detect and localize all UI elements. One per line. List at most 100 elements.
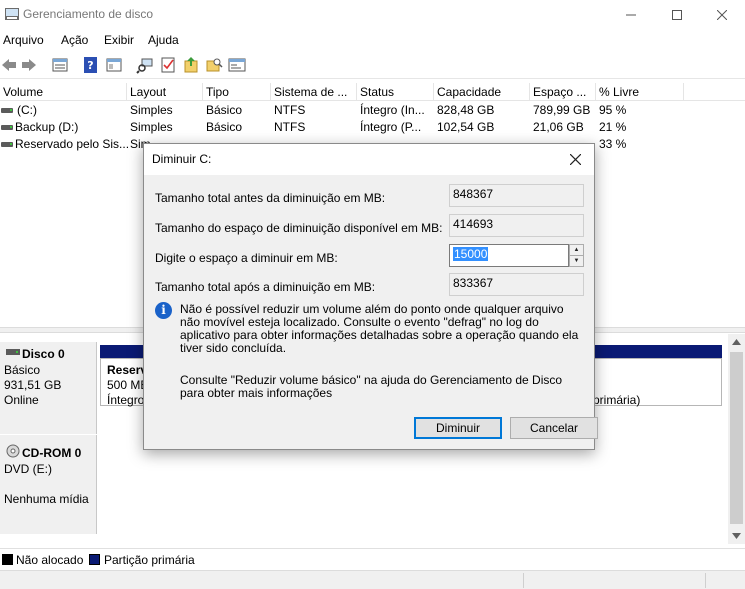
dialog-title-bar: Diminuir C: — [144, 144, 594, 175]
disk-management-icon — [5, 8, 19, 20]
volume-capacity: 828,48 GB — [437, 103, 495, 117]
legend: Não alocado Partição primária — [0, 548, 745, 569]
volume-filesystem: NTFS — [274, 103, 306, 117]
export-icon[interactable] — [182, 56, 200, 74]
maximize-icon — [672, 10, 682, 20]
disk-management-window: Gerenciamento de disco Arquivo Ação Exib… — [0, 0, 745, 589]
disk-icon — [6, 349, 20, 355]
volume-row[interactable]: (C:) Simples Básico NTFS Íntegro (In... … — [0, 102, 745, 119]
close-icon — [717, 10, 727, 20]
volume-free-percent: 95 % — [599, 103, 627, 117]
total-before-label: Tamanho total antes da diminuição em MB: — [155, 191, 386, 205]
amount-label: Digite o espaço a diminuir em MB: — [155, 251, 338, 265]
disk-0-label[interactable]: Disco 0 Básico 931,51 GB Online — [0, 342, 97, 434]
help-text: Consulte "Reduzir volume básico" na ajud… — [180, 373, 563, 400]
available-label: Tamanho do espaço de diminuição disponív… — [155, 221, 443, 235]
legend-swatch-primary — [89, 554, 100, 565]
minimize-button[interactable] — [608, 0, 654, 30]
disk-0-type: Básico — [4, 363, 41, 377]
partition-status-right: primária) — [593, 393, 641, 407]
volume-name: (C:) — [17, 103, 37, 117]
vertical-scrollbar[interactable] — [728, 334, 745, 544]
checklist-icon[interactable] — [159, 56, 177, 74]
menu-ajuda[interactable]: Ajuda — [148, 33, 179, 47]
spin-down-button[interactable]: ▼ — [569, 255, 584, 267]
total-before-field: 848367 — [449, 184, 584, 207]
forward-icon[interactable] — [20, 56, 38, 74]
menu-arquivo[interactable]: Arquivo — [3, 33, 44, 47]
back-icon[interactable] — [0, 56, 18, 74]
volume-name: Reservado pelo Sis... — [15, 137, 128, 151]
volume-status: Íntegro (In... — [360, 103, 425, 117]
volume-row[interactable]: Backup (D:) Simples Básico NTFS Íntegro … — [0, 119, 745, 136]
disk-0-size: 931,51 GB — [4, 378, 62, 392]
volume-layout: Simples — [130, 120, 173, 134]
toolbar: ? — [0, 52, 745, 79]
menu-exibir[interactable]: Exibir — [104, 33, 134, 47]
console-icon[interactable] — [228, 56, 246, 74]
volume-filesystem: NTFS — [274, 120, 306, 134]
rescan-icon[interactable] — [136, 56, 154, 74]
column-livre[interactable]: % Livre — [596, 83, 684, 101]
disk-0-name: Disco 0 — [22, 347, 65, 361]
cdrom-0-label[interactable]: CD-ROM 0 DVD (E:) Nenhuma mídia — [0, 435, 97, 534]
volume-capacity: 102,54 GB — [437, 120, 495, 134]
dialog-title: Diminuir C: — [152, 152, 212, 166]
minimize-icon — [626, 14, 636, 16]
shrink-amount-value: 15000 — [453, 247, 489, 261]
scrollbar-thumb[interactable] — [730, 352, 743, 524]
cdrom-name: CD-ROM 0 — [22, 446, 82, 460]
title-bar: Gerenciamento de disco — [0, 0, 745, 30]
drive-icon — [1, 125, 13, 130]
column-volume[interactable]: Volume — [0, 83, 127, 101]
info-text: Não é possível reduzir um volume além do… — [180, 302, 579, 355]
help-icon[interactable]: ? — [82, 56, 100, 74]
cd-icon — [6, 444, 20, 458]
volume-type: Básico — [206, 103, 243, 117]
legend-label-primary: Partição primária — [104, 553, 195, 567]
column-espaco[interactable]: Espaço ... — [530, 83, 596, 101]
shrink-button[interactable]: Diminuir — [414, 417, 502, 439]
column-layout[interactable]: Layout — [127, 83, 203, 101]
legend-label-unallocated: Não alocado — [16, 553, 84, 567]
volume-name: Backup (D:) — [15, 120, 79, 134]
volume-free-percent: 21 % — [599, 120, 627, 134]
scroll-down-icon[interactable] — [732, 533, 741, 539]
search-folder-icon[interactable] — [205, 56, 223, 74]
svg-text:?: ? — [87, 59, 93, 72]
available-field: 414693 — [449, 214, 584, 237]
menu-bar: Arquivo Ação Exibir Ajuda — [0, 30, 745, 51]
close-icon — [569, 153, 581, 166]
legend-swatch-unallocated — [2, 554, 13, 565]
volume-status: Íntegro (P... — [360, 120, 422, 134]
shrink-dialog: Diminuir C: Tamanho total antes da dimin… — [143, 143, 598, 450]
scroll-up-icon[interactable] — [732, 339, 741, 345]
volume-list-header: Volume Layout Tipo Sistema de ... Status… — [0, 83, 745, 101]
status-separator — [705, 573, 706, 588]
volume-type: Básico — [206, 120, 243, 134]
window-title: Gerenciamento de disco — [23, 7, 154, 21]
column-status[interactable]: Status — [357, 83, 434, 101]
column-sistema[interactable]: Sistema de ... — [271, 83, 357, 101]
menu-acao[interactable]: Ação — [61, 33, 88, 47]
close-window-button[interactable] — [699, 0, 745, 30]
drive-icon — [1, 108, 13, 113]
partition-name: Reserv — [107, 363, 148, 377]
cdrom-drive: DVD (E:) — [4, 462, 52, 476]
column-tipo[interactable]: Tipo — [203, 83, 271, 101]
status-bar — [0, 570, 745, 589]
volume-free-space: 21,06 GB — [533, 120, 584, 134]
disk-0-status: Online — [4, 393, 39, 407]
partition-status: Íntegro — [107, 393, 145, 407]
maximize-button[interactable] — [654, 0, 700, 30]
properties-icon[interactable] — [105, 56, 123, 74]
dialog-close-button[interactable] — [564, 149, 586, 171]
cancel-button[interactable]: Cancelar — [510, 417, 598, 439]
status-separator — [523, 573, 524, 588]
shrink-amount-input[interactable]: 15000 — [449, 244, 569, 267]
volume-free-percent: 33 % — [599, 137, 627, 151]
column-capacidade[interactable]: Capacidade — [434, 83, 530, 101]
drive-icon — [1, 142, 13, 147]
volume-list-icon[interactable] — [51, 56, 69, 74]
volume-layout: Simples — [130, 103, 173, 117]
